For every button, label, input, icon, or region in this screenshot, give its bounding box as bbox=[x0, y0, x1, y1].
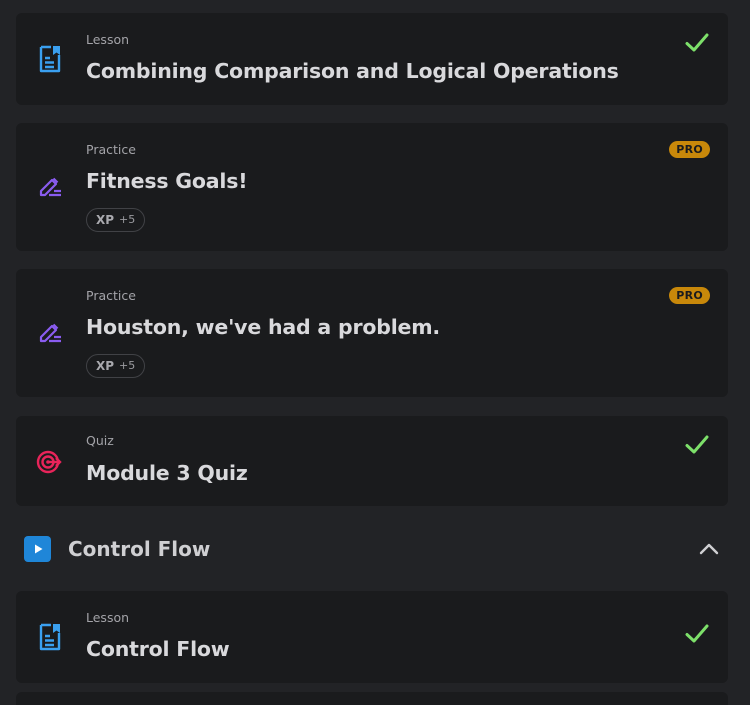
practice-pencil-icon bbox=[36, 172, 64, 200]
next-item-card[interactable] bbox=[16, 692, 728, 705]
xp-reward-badge: XP +5 bbox=[86, 354, 146, 378]
item-title[interactable]: Houston, we've had a problem. bbox=[86, 314, 440, 340]
item-title[interactable]: Fitness Goals! bbox=[86, 168, 248, 194]
section-header-control-flow[interactable]: Control Flow bbox=[0, 520, 750, 578]
lesson-icon bbox=[36, 45, 64, 73]
pro-badge: PRO bbox=[669, 287, 710, 304]
xp-value: +5 bbox=[119, 213, 136, 226]
practice-card[interactable]: Practice Fitness Goals! PRO XP +5 bbox=[16, 123, 728, 251]
xp-value: +5 bbox=[119, 359, 136, 372]
xp-label: XP bbox=[96, 359, 115, 373]
item-type-label: Practice bbox=[86, 288, 136, 303]
item-type-label: Quiz bbox=[86, 433, 114, 448]
completed-check-icon bbox=[684, 30, 710, 56]
lesson-icon bbox=[36, 623, 64, 651]
section-title: Control Flow bbox=[68, 537, 211, 561]
module-content: Lesson Combining Comparison and Logical … bbox=[0, 0, 750, 705]
completed-check-icon bbox=[684, 621, 710, 647]
lesson-card[interactable]: Lesson Combining Comparison and Logical … bbox=[16, 13, 728, 105]
item-type-label: Lesson bbox=[86, 32, 130, 47]
xp-reward-badge: XP +5 bbox=[86, 208, 146, 232]
practice-pencil-icon bbox=[36, 318, 64, 346]
xp-label: XP bbox=[96, 213, 115, 227]
quiz-card[interactable]: Quiz Module 3 Quiz bbox=[16, 416, 728, 506]
play-icon bbox=[24, 536, 51, 562]
practice-card[interactable]: Practice Houston, we've had a problem. P… bbox=[16, 269, 728, 397]
item-title[interactable]: Module 3 Quiz bbox=[86, 460, 248, 486]
item-title[interactable]: Control Flow bbox=[86, 636, 230, 662]
completed-check-icon bbox=[684, 432, 710, 458]
quiz-target-icon bbox=[36, 447, 64, 475]
chevron-up-icon[interactable] bbox=[698, 538, 720, 560]
lesson-card[interactable]: Lesson Control Flow bbox=[16, 591, 728, 683]
item-title[interactable]: Combining Comparison and Logical Operati… bbox=[86, 58, 619, 84]
item-type-label: Practice bbox=[86, 142, 136, 157]
pro-badge: PRO bbox=[669, 141, 710, 158]
item-type-label: Lesson bbox=[86, 610, 130, 625]
